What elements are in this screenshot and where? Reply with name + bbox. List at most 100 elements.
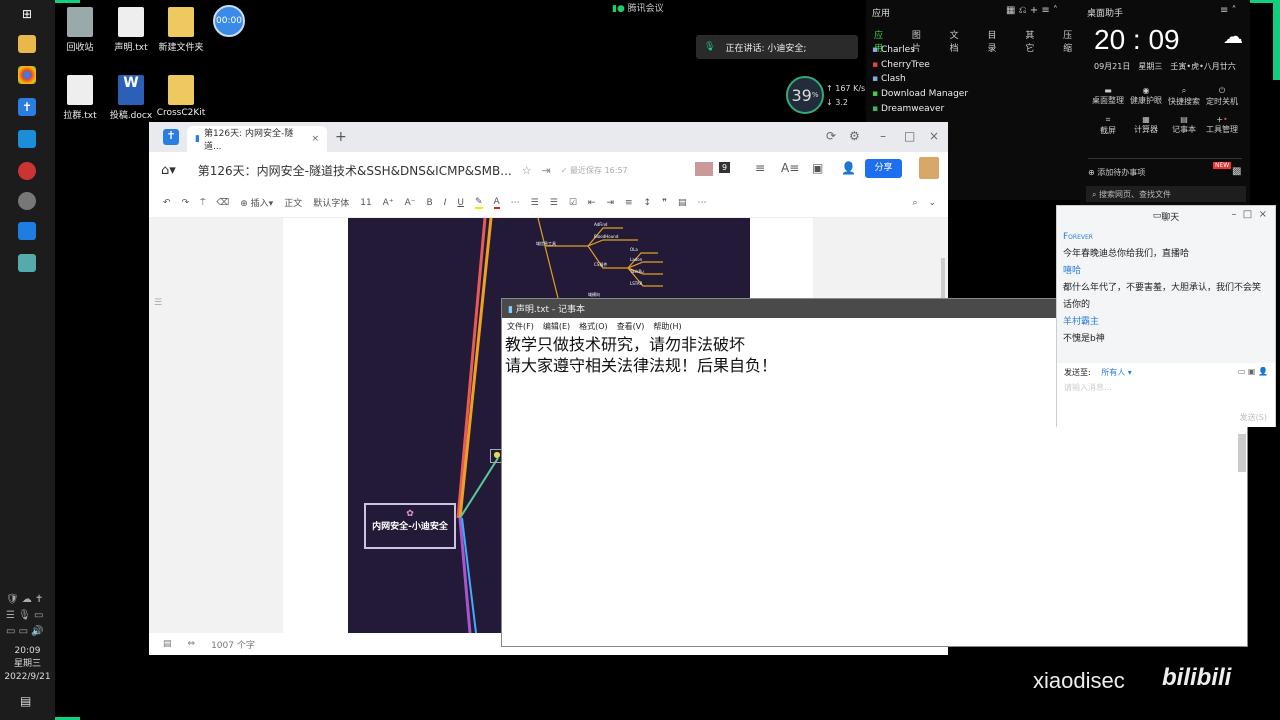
user-permissions-icon[interactable]: 👤	[841, 161, 856, 175]
apps-tab[interactable]: 其它	[1025, 28, 1042, 54]
increase-font-button[interactable]: A⁺	[383, 198, 394, 208]
app-item[interactable]: ▪ Clash	[872, 72, 968, 87]
undo-icon[interactable]: ↶	[163, 198, 171, 208]
settings-icon[interactable]: ⚙	[849, 129, 860, 143]
app-icon[interactable]	[18, 130, 36, 148]
outline-icon[interactable]: ▤	[163, 639, 172, 649]
insert-button[interactable]: ⊕ 插入▾	[240, 196, 273, 209]
redo-icon[interactable]: ↷	[182, 198, 190, 208]
file-explorer-icon[interactable]	[18, 35, 36, 53]
italic-button[interactable]: I	[444, 198, 447, 208]
menu-edit[interactable]: 编辑(E)	[543, 321, 570, 331]
meeting-indicator[interactable]: ▮● 腾讯会议	[612, 1, 664, 14]
apps-tab[interactable]: 压缩	[1063, 28, 1080, 54]
comment-icon[interactable]: ▤	[678, 198, 687, 208]
app-icon[interactable]	[18, 222, 36, 240]
app-item[interactable]: ▪ Dreamweaver	[872, 102, 968, 117]
share-button[interactable]: 分享	[865, 159, 902, 178]
word-count[interactable]: 1007 个字	[211, 638, 255, 651]
more-icon[interactable]: ⋯	[697, 198, 706, 208]
menu-format[interactable]: 格式(O)	[579, 321, 608, 331]
window-controls[interactable]: – □ ×	[1231, 209, 1267, 220]
app-icon[interactable]	[18, 192, 36, 210]
app-item[interactable]: ▪ CherryTree	[872, 58, 968, 73]
star-icon[interactable]: ☆	[522, 164, 532, 177]
checklist-icon[interactable]: ☑	[569, 198, 577, 208]
notification-icon[interactable]: ▤	[20, 694, 31, 708]
helper-search-input[interactable]: ⌕ 搜索网页、查找文件	[1086, 186, 1246, 202]
underline-button[interactable]: U	[457, 198, 464, 208]
user-avatar[interactable]	[919, 157, 939, 179]
menu-file[interactable]: 文件(F)	[507, 321, 534, 331]
chrome-icon[interactable]	[18, 66, 36, 84]
app-item[interactable]: ▪ Download Manager	[872, 87, 968, 102]
chat-input[interactable]: 请输入消息...	[1057, 382, 1275, 393]
collapse-icon[interactable]: ⌄	[928, 198, 936, 208]
tool-notepad[interactable]: ▤ 记事本	[1164, 115, 1204, 136]
move-icon[interactable]: ⇥	[542, 164, 551, 177]
tool-desktop-organize[interactable]: ▬ 桌面整理	[1088, 86, 1128, 107]
outdent-icon[interactable]: ⇥	[606, 198, 614, 208]
font-color-icon[interactable]: A	[493, 197, 500, 209]
desktop-icon-folder[interactable]: 新建文件夹	[151, 7, 211, 53]
app-icon[interactable]	[18, 254, 36, 272]
menu-view[interactable]: 查看(V)	[617, 321, 645, 331]
menu-icon[interactable]: ≡	[755, 161, 765, 175]
bold-button[interactable]: B	[427, 198, 433, 208]
taskbar-clock[interactable]: 20:09 星期三 2022/9/21	[0, 645, 55, 684]
quote-icon[interactable]: ❞	[662, 198, 667, 208]
present-icon[interactable]: ▣	[812, 161, 823, 175]
tool-quick-search[interactable]: ⌕ 快捷搜索	[1164, 86, 1204, 107]
text-style-icon[interactable]: A≡	[781, 161, 799, 175]
doc-title[interactable]: 第126天：内网安全-隧道技术&SSH&DNS&ICMP&SMB...	[198, 162, 512, 179]
menu-help[interactable]: 帮助(H)	[653, 321, 681, 331]
helper-controls[interactable]: ≡ ˄	[1220, 5, 1237, 16]
qr-code-icon[interactable]: ▩	[1232, 166, 1241, 177]
decrease-font-button[interactable]: A⁻	[405, 198, 416, 208]
tab-document[interactable]: ▮ 第126天: 内网安全-隧道... ×	[187, 126, 327, 152]
line-spacing-icon[interactable]: ↕	[644, 198, 652, 208]
page-width-icon[interactable]: ⇔	[188, 639, 196, 649]
scrollbar[interactable]	[1238, 434, 1246, 472]
numbered-list-icon[interactable]: ☰	[550, 198, 558, 208]
app-icon[interactable]	[18, 162, 36, 180]
timer-widget[interactable]: 00:00	[213, 5, 245, 37]
maximize-button[interactable]: □	[904, 129, 915, 143]
tool-shutdown-timer[interactable]: ⏻ 定时关机	[1202, 86, 1242, 107]
system-tray-icons[interactable]: 🛡 ☁ ✝ ☰ 🎙 ▭ ▭ ▭ 🔊	[6, 592, 50, 640]
style-select[interactable]: 正文	[284, 196, 302, 209]
more-icon[interactable]: ⋯	[511, 198, 520, 208]
apps-panel-controls[interactable]: ▦ ⎌ + ≡ ˄	[1006, 5, 1058, 16]
collaborator-avatars[interactable]	[695, 162, 713, 176]
add-todo-button[interactable]: ⊕ 添加待办事项	[1088, 167, 1145, 178]
send-button[interactable]: 发送(S)	[1240, 412, 1267, 423]
bullet-list-icon[interactable]: ☰	[531, 198, 539, 208]
format-painter-icon[interactable]: ⍑	[200, 198, 205, 208]
app-item[interactable]: ▪ Charles	[872, 43, 968, 58]
cpu-usage-gauge[interactable]: 39%	[786, 76, 824, 114]
font-select[interactable]: 默认字体	[313, 196, 349, 209]
font-size-select[interactable]: 11	[360, 198, 371, 208]
tool-eye-care[interactable]: ◉ 健康护眼	[1126, 86, 1166, 107]
search-icon[interactable]: ⌕	[912, 198, 917, 208]
refresh-icon[interactable]: ⟳	[826, 129, 836, 143]
clear-format-icon[interactable]: ⌫	[217, 198, 230, 208]
indent-icon[interactable]: ⇤	[588, 198, 596, 208]
minimize-button[interactable]: –	[880, 129, 886, 143]
apps-tab[interactable]: 目录	[987, 28, 1004, 54]
close-tab-icon[interactable]: ×	[311, 134, 319, 144]
close-button[interactable]: ×	[929, 129, 939, 143]
send-to-select[interactable]: 所有人 ▾	[1101, 368, 1132, 377]
align-icon[interactable]: ≡	[625, 198, 633, 208]
highlight-icon[interactable]: ✎	[474, 197, 483, 209]
windows-start-icon[interactable]: ⊞	[18, 5, 36, 23]
tool-calculator[interactable]: ▦ 计算器	[1126, 115, 1166, 136]
desktop-icon-folder[interactable]: CrossC2Kit	[151, 75, 211, 118]
tool-manager[interactable]: +• 工具管理	[1202, 115, 1242, 136]
scrollbar[interactable]	[941, 258, 945, 298]
app-icon[interactable]: ✝	[18, 98, 36, 116]
outline-toggle-icon[interactable]: ☰	[154, 298, 162, 308]
new-tab-button[interactable]: +	[335, 129, 347, 145]
home-icon[interactable]: ⌂▾	[161, 163, 176, 178]
tool-screenshot[interactable]: ⌗ 截屏	[1088, 115, 1128, 136]
